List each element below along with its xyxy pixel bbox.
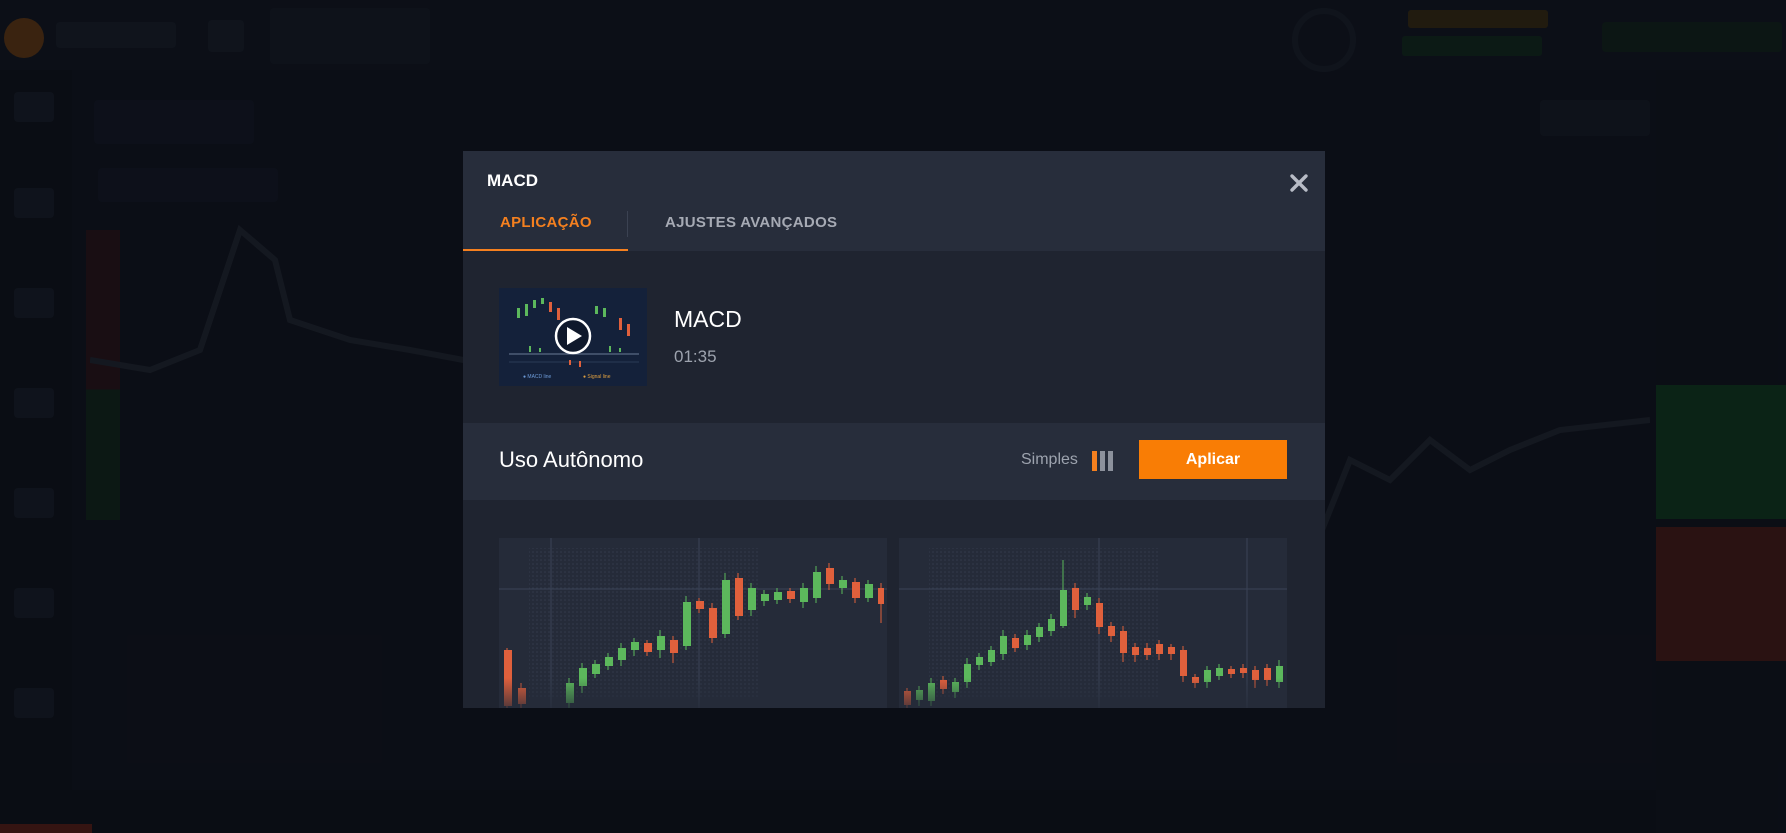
example-preview[interactable] bbox=[499, 538, 887, 708]
example-preview[interactable] bbox=[899, 538, 1287, 708]
svg-text:● Signal line: ● Signal line bbox=[583, 374, 611, 380]
svg-text:● MACD line: ● MACD line bbox=[523, 374, 552, 380]
usage-title: Uso Autônomo bbox=[499, 447, 644, 472]
usage-section: Uso Autônomo Simples Aplicar bbox=[463, 423, 1325, 500]
mode-label: Simples bbox=[1021, 451, 1078, 468]
video-title: MACD bbox=[674, 306, 742, 332]
active-tab-indicator bbox=[463, 249, 628, 251]
modal-title: MACD bbox=[487, 171, 538, 190]
video-thumbnail[interactable]: ● MACD line ● Signal line bbox=[499, 288, 647, 386]
apply-button[interactable]: Aplicar bbox=[1139, 440, 1287, 479]
video-duration: 01:35 bbox=[674, 347, 717, 366]
tab-divider bbox=[627, 211, 628, 237]
example-chart bbox=[499, 538, 887, 708]
close-icon[interactable] bbox=[1287, 171, 1311, 195]
video-preview-image: ● MACD line ● Signal line bbox=[499, 288, 647, 386]
layout-columns-icon[interactable] bbox=[1092, 451, 1116, 471]
tab-application[interactable]: APLICAÇÃO bbox=[500, 214, 592, 231]
tab-advanced-settings[interactable]: AJUSTES AVANÇADOS bbox=[665, 214, 837, 231]
modal-header: MACD APLICAÇÃO AJUSTES AVANÇADOS bbox=[463, 151, 1325, 251]
indicator-modal: MACD APLICAÇÃO AJUSTES AVANÇADOS ● MACD … bbox=[463, 151, 1325, 708]
example-chart bbox=[899, 538, 1287, 708]
